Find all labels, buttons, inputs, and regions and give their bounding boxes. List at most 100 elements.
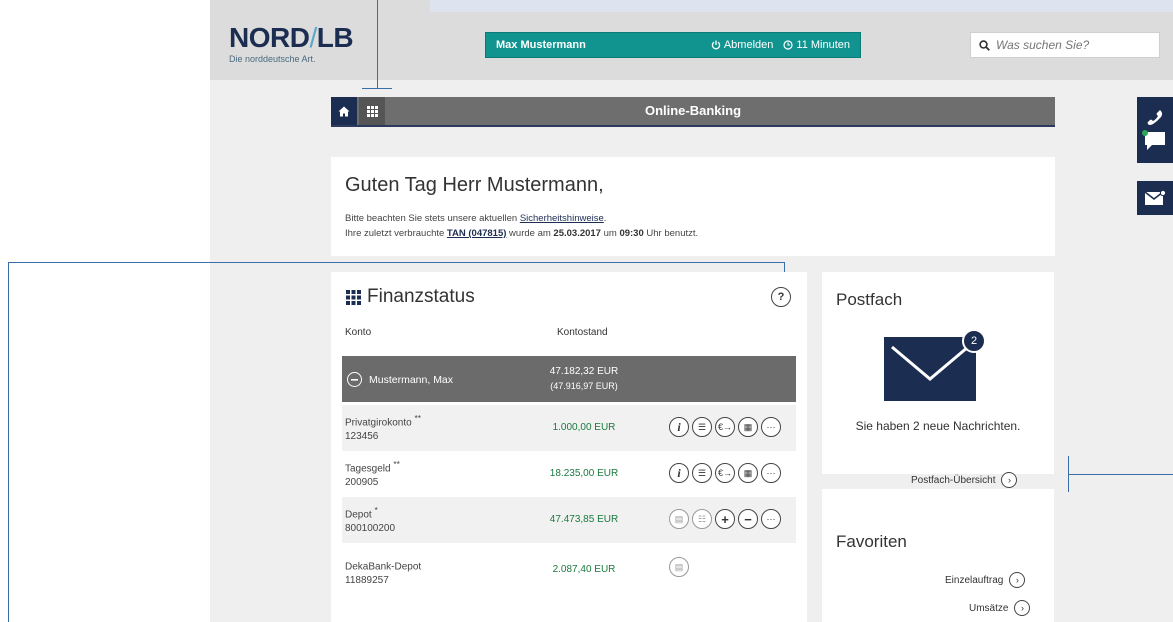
- favoriten-title: Favoriten: [836, 532, 907, 551]
- tan-time: 09:30: [619, 228, 644, 239]
- account-label: Tagesgeld: [345, 463, 391, 475]
- account-actions: ▤: [669, 557, 689, 577]
- postfach-card: Postfach 2 Sie haben 2 neue Nachrichten.: [822, 272, 1054, 474]
- user-name: Max Mustermann: [496, 39, 586, 51]
- contact-button[interactable]: [1137, 97, 1173, 163]
- timer-label: 11 Minuten: [796, 39, 850, 51]
- envelope-icon[interactable]: 2: [884, 329, 988, 403]
- nav-title: Online-Banking: [644, 103, 742, 118]
- account-mark: **: [414, 413, 421, 423]
- logo-tagline: Die norddeutsche Art.: [229, 54, 316, 64]
- finanzstatus-heading: Finanzstatus: [346, 286, 475, 308]
- account-balance: 47.473,85 EUR: [549, 514, 619, 525]
- favorite-link-einzelauftrag[interactable]: Einzelauftrag ›: [945, 572, 1026, 588]
- user-bar: Max Mustermann Abmelden 11 Minuten: [485, 32, 861, 58]
- account-balance: 18.235,00 EUR: [549, 468, 619, 479]
- account-mark: **: [393, 459, 400, 469]
- mail-notification-icon: [1144, 190, 1166, 205]
- account-row[interactable]: Tagesgeld ** 200905 18.235,00 EUR i ☰ €→ …: [342, 451, 796, 497]
- session-timer: 11 Minuten: [783, 39, 850, 51]
- calendar-icon[interactable]: ▦: [738, 463, 758, 483]
- chevron-right-icon: ›: [1001, 472, 1018, 488]
- transfer-icon[interactable]: €→: [715, 463, 735, 483]
- minus-icon[interactable]: −: [738, 509, 758, 529]
- account-balance: 1.000,00 EUR: [552, 422, 616, 433]
- calendar-icon[interactable]: ▦: [738, 417, 758, 437]
- account-row[interactable]: Depot * 800100200 47.473,85 EUR ▤ ☷ + − ·…: [342, 497, 796, 543]
- account-number: 200905: [345, 477, 379, 489]
- header-strip: [430, 0, 1173, 12]
- account-name: Privatgirokonto ** 123456: [345, 411, 421, 444]
- finanzstatus-title: Finanzstatus: [367, 286, 475, 307]
- column-header-konto: Konto: [345, 327, 372, 338]
- transfer-icon[interactable]: €→: [715, 417, 735, 437]
- help-label: ?: [777, 291, 785, 303]
- security-info-link[interactable]: Sicherheitshinweise: [520, 213, 604, 224]
- document-icon[interactable]: ▤: [669, 509, 689, 529]
- security-notice: Bitte beachten Sie stets unsere aktuelle…: [345, 211, 606, 226]
- info-icon[interactable]: i: [669, 463, 689, 483]
- security-notice-text: Bitte beachten Sie stets unsere aktuelle…: [345, 213, 520, 224]
- total-balance-secondary: (47.916,97 EUR): [550, 381, 618, 391]
- list-icon[interactable]: ☷: [692, 509, 712, 529]
- main-nav-bar: Online-Banking: [331, 97, 1055, 127]
- postfach-message: Sie haben 2 neue Nachrichten.: [855, 419, 1021, 433]
- favorite-link-umsaetze[interactable]: Umsätze ›: [969, 600, 1031, 616]
- account-label: Privatgirokonto: [345, 417, 412, 429]
- account-row[interactable]: Privatgirokonto ** 123456 1.000,00 EUR i …: [342, 405, 796, 451]
- search-input[interactable]: [996, 38, 1146, 52]
- info-icon[interactable]: i: [669, 417, 689, 437]
- account-mark: *: [374, 505, 378, 515]
- grid-icon: [366, 105, 378, 117]
- last-tan-info: Ihre zuletzt verbrauchte TAN (047815) wu…: [345, 226, 698, 241]
- more-icon[interactable]: ···: [761, 463, 781, 483]
- postfach-overview-label: Postfach-Übersicht: [911, 474, 996, 486]
- favorite-label: Einzelauftrag: [945, 574, 1004, 586]
- grid-icon: [346, 289, 361, 305]
- collapse-button[interactable]: [347, 372, 362, 387]
- account-number: 11889257: [345, 575, 389, 587]
- account-balance: 2.087,40 EUR: [552, 564, 616, 575]
- annotation-line: [377, 0, 378, 88]
- apps-menu-button[interactable]: [359, 97, 385, 125]
- account-actions: i ☰ €→ ▦ ···: [669, 463, 781, 483]
- greeting-title: Guten Tag Herr Mustermann,: [345, 174, 604, 196]
- customer-summary-row[interactable]: Mustermann, Max 47.182,32 EUR (47.916,97…: [342, 356, 796, 402]
- chevron-right-icon: ›: [1014, 600, 1031, 616]
- account-label: DekaBank-Depot: [345, 561, 422, 573]
- chat-icon: [1142, 130, 1165, 150]
- document-icon[interactable]: ▤: [669, 557, 689, 577]
- nordlb-logo[interactable]: NORD/LB Die norddeutsche Art.: [229, 22, 354, 65]
- account-name: Depot * 800100200: [345, 503, 395, 536]
- tan-link[interactable]: TAN (047815): [447, 228, 507, 239]
- more-icon[interactable]: ···: [761, 509, 781, 529]
- account-number: 800100200: [345, 523, 396, 535]
- security-notice-end: .: [603, 213, 607, 224]
- help-button[interactable]: ?: [771, 287, 791, 307]
- search-icon: [979, 39, 990, 51]
- logo-wordmark: NORD/LB: [229, 22, 354, 53]
- postfach-overview-link[interactable]: Postfach-Übersicht ›: [911, 472, 1018, 488]
- account-row[interactable]: DekaBank-Depot 11889257 2.087,40 EUR ▤: [342, 543, 796, 589]
- home-button[interactable]: [331, 97, 357, 125]
- plus-icon[interactable]: +: [715, 509, 735, 529]
- unread-badge: 2: [970, 335, 978, 347]
- column-header-kontostand: Kontostand: [557, 327, 608, 338]
- postfach-title: Postfach: [836, 290, 903, 309]
- tan-info-mid: wurde am: [506, 228, 554, 239]
- tan-info-text: Ihre zuletzt verbrauchte: [345, 228, 447, 239]
- list-icon[interactable]: ☰: [692, 463, 712, 483]
- logout-button[interactable]: Abmelden: [711, 39, 774, 51]
- tan-info-um: um: [600, 228, 620, 239]
- total-balance: 47.182,32 EUR: [549, 366, 619, 377]
- mailbox-shortcut-button[interactable]: [1137, 181, 1173, 215]
- greeting-card: Guten Tag Herr Mustermann, Bitte beachte…: [331, 157, 1055, 256]
- search-box: [970, 32, 1160, 58]
- annotation-line: [362, 88, 392, 89]
- logout-label: Abmelden: [723, 39, 774, 51]
- list-icon[interactable]: ☰: [692, 417, 712, 437]
- power-icon: [711, 40, 721, 50]
- favorite-label: Umsätze: [969, 602, 1009, 614]
- more-icon[interactable]: ···: [761, 417, 781, 437]
- account-name: Tagesgeld ** 200905: [345, 457, 400, 490]
